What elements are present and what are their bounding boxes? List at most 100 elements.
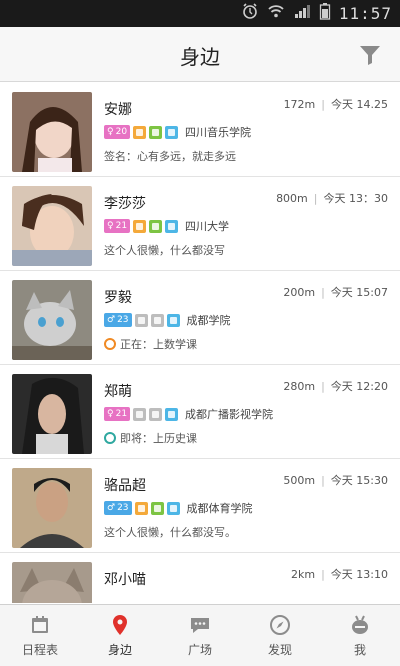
status-line: 这个人很懒，什么都没写 [104, 244, 225, 257]
clock: 11:57 [338, 3, 392, 23]
status-line: 签名：心有多远，就走多远 [104, 150, 236, 163]
female-icon: ♀ [107, 127, 114, 137]
tags: ♂ 23 成都学院 [104, 312, 231, 328]
status-line: 这个人很懒，什么都没写。 [104, 526, 236, 539]
battery-icon [319, 2, 331, 24]
tab-plaza[interactable]: 广场 [160, 605, 240, 666]
calendar-icon [28, 613, 52, 637]
list-item[interactable]: 安娜 172m | 今天 14.25 ♀ 20 四川音乐学院 签名：心有多远，就走… [0, 83, 400, 177]
person-name: 安娜 [104, 102, 132, 118]
female-age-badge: ♀ 20 [104, 125, 131, 139]
location-pin-icon [108, 613, 132, 637]
upcoming-clock-icon [104, 432, 116, 444]
male-icon: ♂ [107, 503, 116, 513]
bottom-tab-bar: 日程表 身边 广场 发现 我 [0, 604, 400, 666]
distance-time: 200m | 今天 15:07 [283, 284, 388, 300]
tags: ♀ 21 四川大学 [104, 218, 229, 234]
tab-discover[interactable]: 发现 [240, 605, 320, 666]
tab-schedule[interactable]: 日程表 [0, 605, 80, 666]
male-icon: ♂ [107, 315, 116, 325]
list-item[interactable]: 李莎莎 800m | 今天 13：30 ♀ 21 四川大学 这个人很懒，什么都没写 [0, 177, 400, 271]
school: 成都体育学院 [186, 502, 253, 515]
school: 成都广播影视学院 [185, 408, 274, 421]
list-item[interactable]: 骆品超 500m | 今天 15:30 ♂ 23 成都体育学院 这个人很懒，什么都… [0, 459, 400, 553]
status-bar: 11:57 [0, 0, 400, 27]
tag-icon-green [149, 219, 163, 233]
status-line: 正在：上数学课 [104, 336, 197, 352]
tag-icon-blue [165, 219, 179, 233]
female-age-badge: ♀ 21 [104, 407, 131, 421]
avatar[interactable] [12, 280, 92, 360]
signal-icon [293, 2, 311, 24]
tags: ♂ 23 成都体育学院 [104, 500, 253, 516]
avatar[interactable] [12, 92, 92, 172]
compass-icon [268, 613, 292, 637]
tag-icon-grey [150, 313, 164, 327]
distance: 500m [283, 473, 316, 487]
tag-icon-blue [165, 407, 179, 421]
female-icon: ♀ [107, 221, 114, 231]
divider: | [321, 285, 325, 299]
divider: | [321, 379, 325, 393]
tags: ♀ 21 成都广播影视学院 [104, 406, 273, 422]
tag-icon-blue [165, 125, 179, 139]
profile-icon [348, 613, 372, 637]
school: 四川音乐学院 [185, 126, 252, 139]
tag-icon-grey [149, 407, 163, 421]
timestamp: 今天 13：30 [323, 192, 389, 205]
tag-icon-green [150, 501, 164, 515]
timestamp: 今天 15:30 [330, 474, 388, 487]
male-age-badge: ♂ 23 [104, 501, 132, 515]
tab-nearby[interactable]: 身边 [80, 605, 160, 666]
person-name: 罗毅 [104, 290, 132, 306]
top-bar: 身边 [0, 27, 400, 82]
alarm-icon [241, 2, 259, 24]
timestamp: 今天 14.25 [331, 98, 388, 111]
list-item[interactable]: 邓小喵 2km | 今天 13:10 [0, 553, 400, 603]
tag-icon-orange [133, 125, 147, 139]
wifi-icon [267, 2, 285, 24]
avatar[interactable] [12, 374, 92, 454]
tag-icon-blue [166, 313, 180, 327]
divider: | [321, 97, 325, 111]
distance-time: 800m | 今天 13：30 [276, 190, 388, 206]
school: 四川大学 [185, 220, 230, 233]
avatar[interactable] [12, 562, 92, 603]
person-name: 郑萌 [104, 384, 132, 400]
filter-icon[interactable] [358, 43, 382, 67]
avatar[interactable] [12, 468, 92, 548]
in-progress-icon [104, 338, 116, 350]
distance: 2km [290, 567, 316, 581]
distance-time: 2km | 今天 13:10 [291, 566, 388, 582]
tag-icon-orange [134, 501, 148, 515]
tag-icon-orange [133, 219, 147, 233]
chat-bubble-icon [188, 613, 212, 637]
distance-time: 172m | 今天 14.25 [284, 96, 388, 112]
timestamp: 今天 15:07 [330, 286, 388, 299]
divider: | [321, 473, 325, 487]
tag-icon-grey [134, 313, 148, 327]
tab-me[interactable]: 我 [320, 605, 400, 666]
tag-icon-green [149, 125, 163, 139]
female-age-badge: ♀ 21 [104, 219, 131, 233]
divider: | [313, 191, 318, 205]
distance-time: 500m | 今天 15:30 [283, 472, 388, 488]
person-name: 邓小喵 [104, 572, 146, 588]
divider: | [321, 567, 325, 581]
status-line: 即将：上历史课 [104, 430, 197, 446]
tag-icon-blue [166, 501, 180, 515]
timestamp: 今天 12:20 [330, 380, 388, 393]
list-item[interactable]: 罗毅 200m | 今天 15:07 ♂ 23 成都学院 正在：上数学课 [0, 271, 400, 365]
distance: 800m [276, 191, 308, 205]
avatar[interactable] [12, 186, 92, 266]
nearby-list: 安娜 172m | 今天 14.25 ♀ 20 四川音乐学院 签名：心有多远，就走… [0, 83, 400, 603]
distance: 200m [283, 285, 316, 299]
male-age-badge: ♂ 23 [104, 313, 132, 327]
distance: 172m [283, 97, 316, 111]
list-item[interactable]: 郑萌 280m | 今天 12:20 ♀ 21 成都广播影视学院 即将：上历史课 [0, 365, 400, 459]
tag-icon-grey [133, 407, 147, 421]
tags: ♀ 20 四川音乐学院 [104, 124, 251, 140]
person-name: 李莎莎 [104, 196, 146, 212]
distance: 280m [283, 379, 316, 393]
school: 成都学院 [186, 314, 231, 327]
